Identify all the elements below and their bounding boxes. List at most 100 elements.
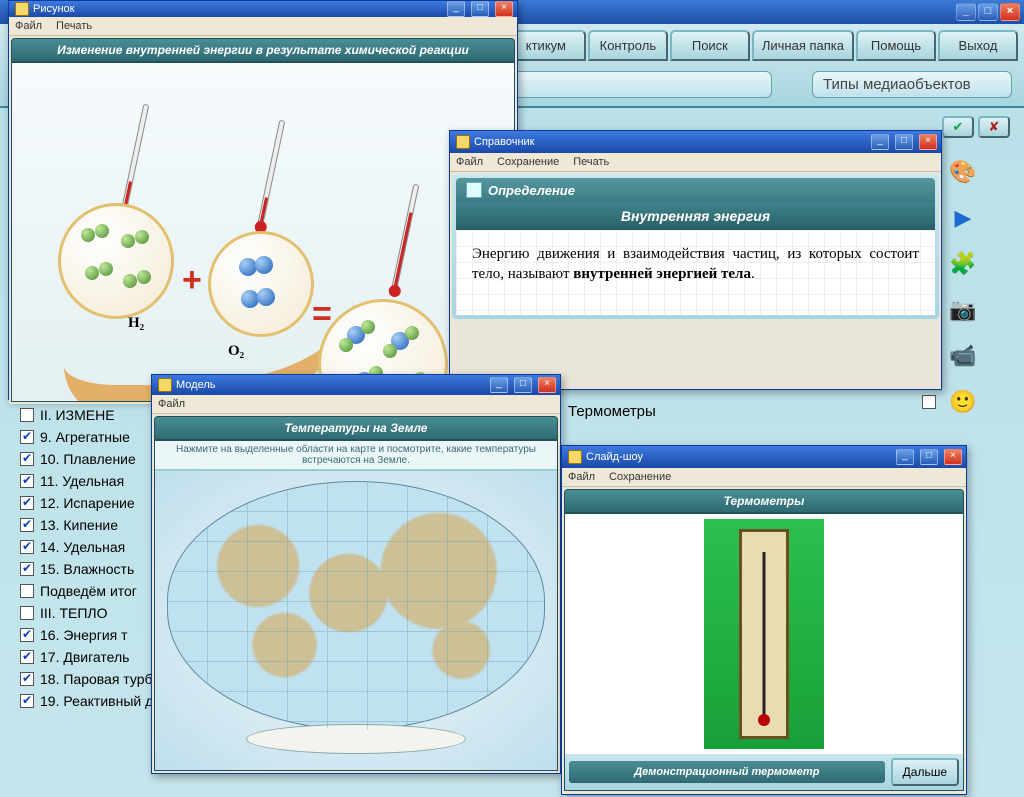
window-title: Рисунок (33, 3, 75, 15)
camera-icon: 📷 (946, 296, 980, 324)
menu-save[interactable]: Сохранение (497, 156, 559, 168)
minimize-button[interactable]: _ (447, 1, 465, 17)
menu-save[interactable]: Сохранение (609, 471, 671, 483)
palette-icon: 🎨 (946, 158, 980, 186)
app-minimize-button[interactable]: _ (956, 3, 976, 21)
bg-media-list: Термометры (568, 400, 656, 424)
outline-checkbox[interactable] (20, 408, 34, 422)
titlebar[interactable]: Справочник _ □ × (450, 131, 941, 153)
definition-text: Энергию движения и взаимодействия частиц… (456, 230, 935, 315)
menu-bar: Файл Печать (9, 17, 517, 36)
menu-file[interactable]: Файл (158, 398, 185, 410)
titlebar[interactable]: Модель _ □ × (152, 375, 560, 395)
media-types-bar: Типы медиаобъектов (812, 71, 1012, 98)
menu-file[interactable]: Файл (15, 20, 42, 32)
outline-checkbox[interactable] (20, 474, 34, 488)
menu-bar: Файл Сохранение Печать (450, 153, 941, 172)
menu-file[interactable]: Файл (568, 471, 595, 483)
maximize-button[interactable]: □ (471, 1, 489, 17)
window-spravochnik: Справочник _ □ × Файл Сохранение Печать … (449, 130, 942, 390)
maximize-button[interactable]: □ (514, 377, 532, 393)
outline-checkbox[interactable] (20, 694, 34, 708)
definition-icon (466, 182, 482, 198)
slide-image (565, 514, 963, 754)
outline-label: 11. Удельная (40, 470, 124, 492)
outline-label: 16. Энергия т (40, 624, 128, 646)
titlebar[interactable]: Слайд-шоу _ □ × (562, 446, 966, 468)
definition-header: Определение (456, 178, 935, 202)
window-title: Справочник (474, 136, 535, 148)
outline-checkbox[interactable] (20, 540, 34, 554)
minimize-button[interactable]: _ (871, 134, 889, 150)
titlebar[interactable]: Рисунок _ □ × (9, 1, 517, 17)
outline-label: 15. Влажность (40, 558, 134, 580)
filter-accept-button[interactable]: ✔ (942, 116, 974, 138)
outline-checkbox[interactable] (20, 650, 34, 664)
equals-symbol: = (312, 295, 332, 334)
window-title: Слайд-шоу (586, 451, 643, 463)
panel-banner: Термометры (564, 489, 964, 513)
app-close-button[interactable]: × (1000, 3, 1020, 21)
minimize-button[interactable]: _ (896, 449, 914, 465)
filter-buttons: ✔ ✘ (942, 116, 1010, 138)
app-icon (158, 378, 172, 392)
type-checkbox[interactable] (922, 395, 936, 409)
outline-checkbox[interactable] (20, 452, 34, 466)
tab-control[interactable]: Контроль (588, 30, 668, 61)
puzzle-icon: 🧩 (946, 250, 980, 278)
outline-checkbox[interactable] (20, 584, 34, 598)
label-h2: H₂ (128, 315, 144, 332)
app-icon (15, 2, 29, 16)
chemistry-illustration: + = H₂ O₂ H₂O (11, 62, 515, 402)
outline-checkbox[interactable] (20, 672, 34, 686)
outline-checkbox[interactable] (20, 430, 34, 444)
play-icon: ▶ (946, 204, 980, 232)
maximize-button[interactable]: □ (895, 134, 913, 150)
outline-label: 12. Испарение (40, 492, 135, 514)
tab-exit[interactable]: Выход (938, 30, 1018, 61)
outline-checkbox[interactable] (20, 606, 34, 620)
outline-checkbox[interactable] (20, 628, 34, 642)
antarctica-label (246, 724, 466, 754)
outline-label: III. ТЕПЛО (40, 602, 107, 624)
window-slideshow: Слайд-шоу _ □ × Файл Сохранение Термомет… (561, 445, 967, 795)
slide-caption: Демонстрационный термометр (569, 761, 885, 783)
outline-label: 13. Кипение (40, 514, 118, 536)
tab-help[interactable]: Помощь (856, 30, 936, 61)
close-button[interactable]: × (495, 1, 513, 17)
close-button[interactable]: × (944, 449, 962, 465)
panel-banner: Изменение внутренней энергии в результат… (11, 38, 515, 62)
outline-label: Подведём итог (40, 580, 137, 602)
bg-media-item[interactable]: Термометры (568, 400, 656, 424)
close-button[interactable]: × (538, 377, 556, 393)
menu-print[interactable]: Печать (573, 156, 609, 168)
help-face-icon: 🙂 (946, 388, 980, 416)
outline-label: 14. Удельная (40, 536, 125, 558)
window-risunok: Рисунок _ □ × Файл Печать Изменение внут… (8, 0, 518, 400)
window-title: Модель (176, 379, 215, 391)
outline-label: II. ИЗМЕНЕ (40, 404, 115, 426)
outline-checkbox[interactable] (20, 518, 34, 532)
label-o2: O₂ (228, 343, 244, 360)
minimize-button[interactable]: _ (490, 377, 508, 393)
thermometer-photo (704, 519, 824, 749)
outline-checkbox[interactable] (20, 562, 34, 576)
world-map[interactable] (155, 470, 557, 770)
outline-label: 17. Двигатель (40, 646, 129, 668)
app-icon (568, 450, 582, 464)
menu-file[interactable]: Файл (456, 156, 483, 168)
map-hint: Нажмите на выделенные области на карте и… (155, 441, 557, 470)
tab-search[interactable]: Поиск (670, 30, 750, 61)
close-button[interactable]: × (919, 134, 937, 150)
outline-checkbox[interactable] (20, 496, 34, 510)
menu-print[interactable]: Печать (56, 20, 92, 32)
definition-term: Внутренняя энергия (456, 202, 935, 230)
app-maximize-button[interactable]: □ (978, 3, 998, 21)
menu-bar: Файл (152, 395, 560, 414)
tab-folder[interactable]: Личная папка (752, 30, 854, 61)
outline-label: 10. Плавление (40, 448, 136, 470)
outline-label: 9. Агрегатные (40, 426, 130, 448)
maximize-button[interactable]: □ (920, 449, 938, 465)
next-button[interactable]: Дальше (891, 758, 959, 786)
filter-reject-button[interactable]: ✘ (978, 116, 1010, 138)
